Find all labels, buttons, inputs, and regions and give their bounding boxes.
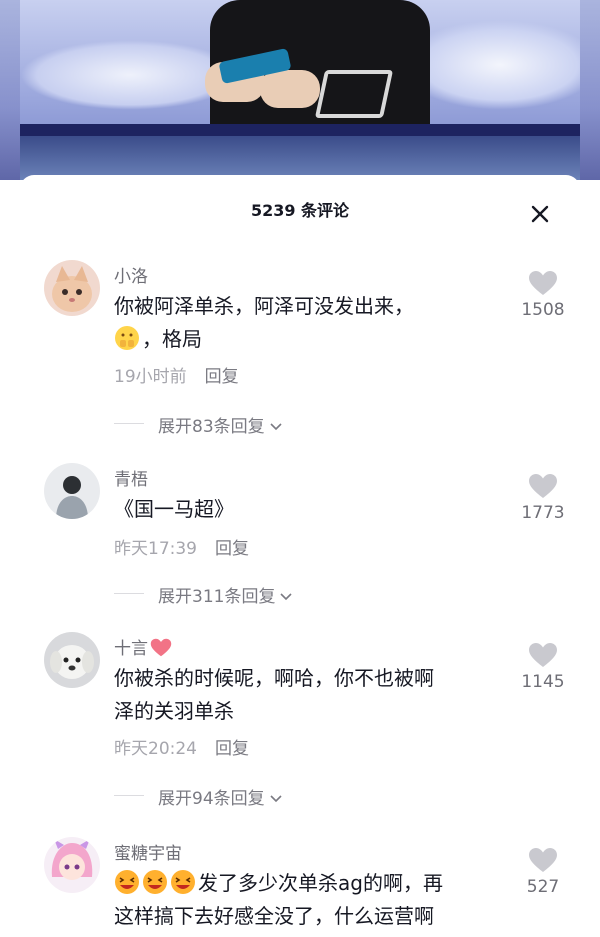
username-text: 小洛	[114, 267, 148, 287]
expand-replies-label[interactable]: 展开94条回复	[158, 784, 283, 809]
comment-time: 19小时前	[114, 367, 187, 387]
thumbs-up-fists-emoji-icon	[115, 326, 139, 350]
dog-avatar-icon	[44, 632, 100, 688]
heart-icon[interactable]	[528, 847, 558, 873]
comment-text-line: 泽的关羽单杀	[114, 699, 234, 723]
expand-replies-label[interactable]: 展开83条回复	[158, 412, 283, 437]
username-text: 青梧	[114, 470, 148, 490]
expand-replies-text: 展开311条回复	[158, 587, 276, 607]
comment-time: 昨天20:24	[114, 739, 197, 759]
heart-icon[interactable]	[528, 642, 558, 668]
comment-text: 你被杀的时候呢，啊哈，你不也被啊 泽的关羽单杀	[114, 662, 499, 728]
comment-item: 十言 你被杀的时候呢，啊哈，你不也被啊 泽的关羽单杀 昨天20:24 回复 展开9…	[20, 632, 580, 812]
heart-icon[interactable]	[528, 473, 558, 499]
avatar[interactable]	[44, 463, 100, 519]
expand-replies-text: 展开94条回复	[158, 789, 265, 809]
like-control[interactable]: 1773	[500, 473, 586, 523]
chevron-down-icon	[270, 795, 282, 803]
comment-item: 小洛 你被阿泽单杀，阿泽可没发出来， ，格局 19小时前 回复 展开83条回复 1…	[20, 260, 580, 440]
comment-text-line: 你被杀的时候呢，啊哈，你不也被啊	[114, 666, 434, 690]
comment-text-tail: 发了多少次单杀ag的啊，再	[198, 871, 443, 895]
video-hand	[260, 70, 320, 108]
video-stripe	[20, 124, 580, 136]
grinning-squint-emoji-icon	[171, 870, 195, 894]
cat-avatar-icon	[44, 260, 100, 316]
like-count: 1508	[521, 300, 565, 320]
expand-replies[interactable]: 展开94条回复	[114, 784, 414, 809]
comment-text-line: 发了多少次单杀ag的啊，再	[114, 867, 499, 900]
like-control[interactable]: 527	[500, 847, 586, 897]
comment-text: 《国一马超》	[114, 493, 499, 526]
hoodie-logo	[314, 70, 394, 118]
comment-text-line: 你被阿泽单杀，阿泽可没发出来，	[114, 294, 414, 318]
expand-replies-text: 展开83条回复	[158, 417, 265, 437]
grinning-squint-emoji-icon	[115, 870, 139, 894]
comment-meta: 昨天20:24 回复	[114, 734, 249, 759]
avatar[interactable]	[44, 260, 100, 316]
username-text: 十言	[114, 639, 148, 659]
reply-button[interactable]: 回复	[215, 739, 249, 759]
comment-username[interactable]: 蜜糖宇宙	[114, 839, 182, 864]
comment-time: 昨天17:39	[114, 539, 197, 559]
reply-button[interactable]: 回复	[215, 539, 249, 559]
heart-badge-icon	[150, 638, 172, 657]
like-control[interactable]: 1508	[500, 270, 586, 320]
comment-text-line: 《国一马超》	[114, 497, 234, 521]
person-avatar-icon	[44, 463, 100, 519]
chevron-down-icon	[270, 423, 282, 431]
comment-username[interactable]: 十言	[114, 634, 172, 659]
like-count: 527	[526, 877, 560, 897]
comment-meta: 昨天17:39 回复	[114, 534, 249, 559]
reply-button[interactable]: 回复	[205, 367, 239, 387]
divider-line	[114, 423, 144, 424]
comment-text-tail: ，格局	[142, 327, 202, 351]
video-band	[20, 136, 580, 180]
avatar[interactable]	[44, 632, 100, 688]
expand-replies-label[interactable]: 展开311条回复	[158, 582, 293, 607]
comments-count-title: 5239 条评论	[250, 201, 350, 220]
video-background	[0, 0, 600, 180]
grinning-squint-emoji-icon	[143, 870, 167, 894]
comment-text: 你被阿泽单杀，阿泽可没发出来， ，格局	[114, 290, 499, 356]
divider-line	[114, 593, 144, 594]
heart-icon[interactable]	[528, 270, 558, 296]
anime-girl-avatar-icon	[44, 837, 100, 893]
like-count: 1773	[521, 503, 565, 523]
comment-text-line: 这样搞下去好感全没了，什么运营啊	[114, 904, 434, 928]
avatar[interactable]	[44, 837, 100, 893]
comment-username[interactable]: 青梧	[114, 465, 148, 490]
divider-line	[114, 795, 144, 796]
comment-meta: 19小时前 回复	[114, 362, 239, 387]
username-text: 蜜糖宇宙	[114, 844, 182, 864]
chevron-down-icon	[280, 593, 293, 601]
comment-text: 发了多少次单杀ag的啊，再 这样搞下去好感全没了，什么运营啊	[114, 867, 499, 933]
expand-replies[interactable]: 展开311条回复	[114, 582, 414, 607]
like-count: 1145	[521, 672, 565, 692]
expand-replies[interactable]: 展开83条回复	[114, 412, 414, 437]
close-button[interactable]	[525, 199, 555, 229]
comment-item: 青梧 《国一马超》 昨天17:39 回复 展开311条回复 1773	[20, 463, 580, 633]
comment-text-line: ，格局	[114, 323, 499, 356]
like-control[interactable]: 1145	[500, 642, 586, 692]
close-icon	[531, 205, 549, 223]
comment-username[interactable]: 小洛	[114, 262, 148, 287]
comments-sheet: 5239 条评论 小洛 你被阿泽单杀，阿泽可没发出来， ，格局 19小时前回复	[20, 175, 580, 935]
comment-item: 蜜糖宇宙 发了多少次单杀ag的啊，再 这样搞下去好感全没了，什么运营啊 527	[20, 837, 580, 937]
